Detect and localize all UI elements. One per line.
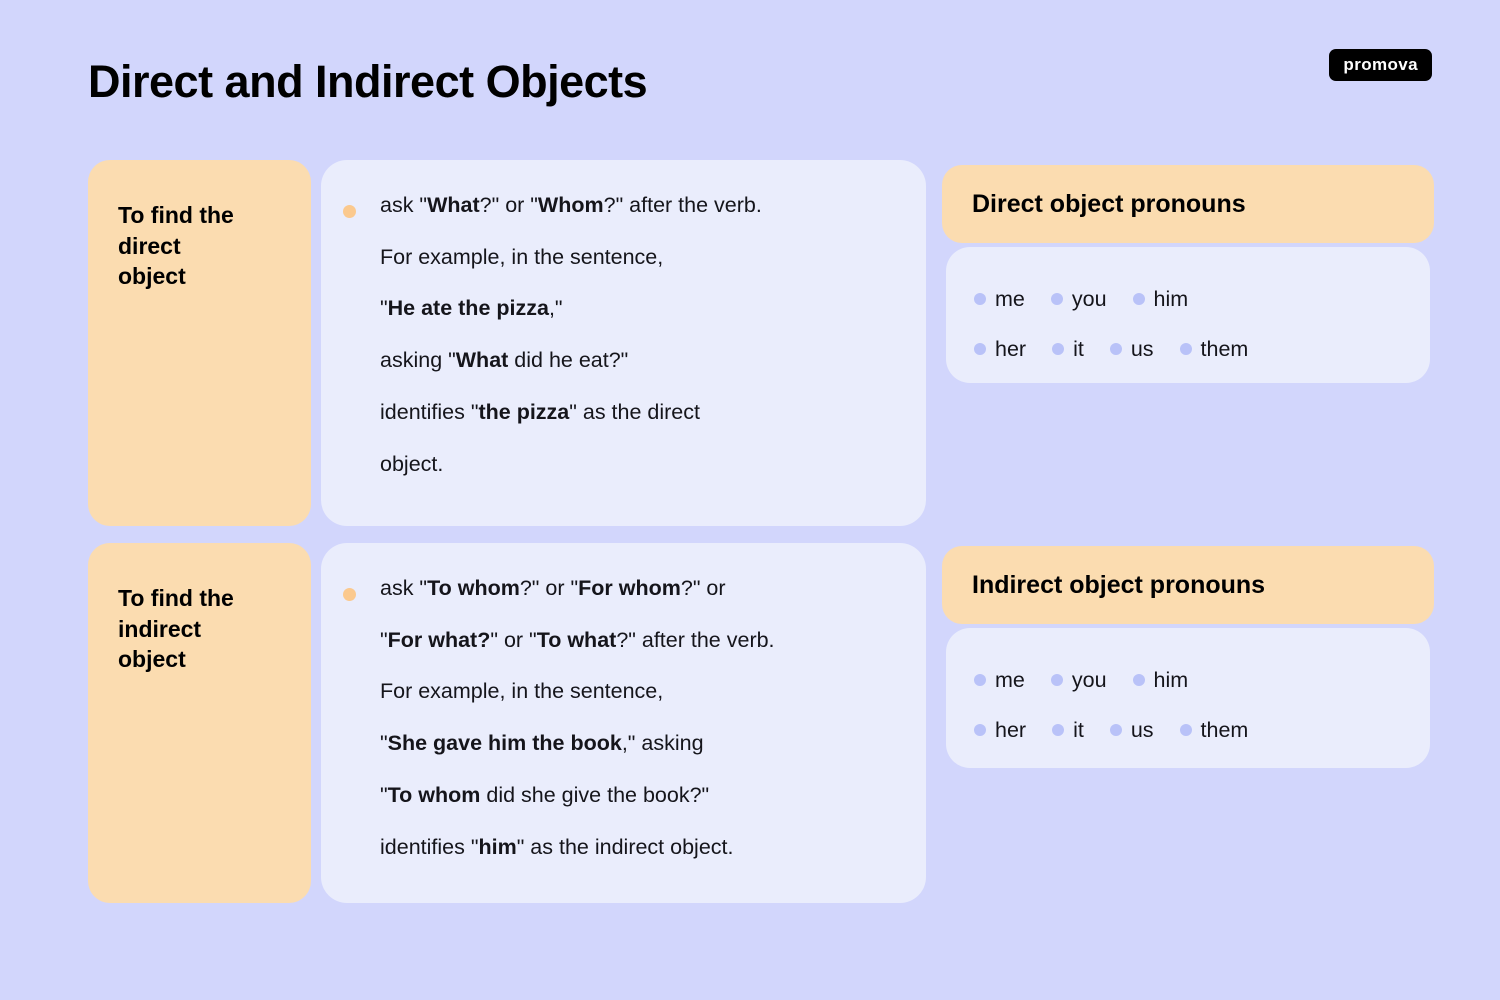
pronoun-label: us (1130, 336, 1154, 361)
pronoun-item: me (974, 668, 1025, 693)
text-line: For example, in the sentence, (380, 679, 664, 704)
pronoun-label: him (1153, 667, 1189, 692)
blue-dot-icon (1050, 293, 1063, 305)
blue-dot-icon (1109, 343, 1122, 355)
content-body: ask "To whom?" or "For whom?" or "For wha… (343, 573, 892, 862)
blue-dot-icon (974, 674, 986, 686)
direct-object-label-card: To find the direct object (88, 160, 311, 526)
panel-title: Indirect object pronouns (972, 570, 1266, 599)
panel-body: me you him her it us them (946, 628, 1430, 768)
logo-text: promova (1343, 55, 1418, 74)
panel-header: Indirect object pronouns (942, 546, 1434, 624)
pronoun-item: it (1052, 337, 1084, 362)
pronoun-row: her it us them (946, 324, 1430, 374)
content-body: ask "What?" or "Whom?" after the verb. Fo… (343, 190, 892, 479)
blue-dot-icon (974, 343, 986, 355)
text-line: For example, in the sentence, (380, 244, 664, 269)
panel-body: me you him her it us them (946, 247, 1430, 383)
blue-dot-icon (974, 724, 986, 736)
orange-dot-icon (343, 588, 356, 601)
pronoun-label: you (1071, 286, 1107, 311)
text-line: "For what?" or "To what?" after the verb… (380, 627, 775, 652)
text-line: asking "What did he eat?" (380, 348, 629, 373)
direct-object-content-card: ask "What?" or "Whom?" after the verb. Fo… (321, 160, 926, 526)
pronoun-label: her (995, 336, 1027, 361)
direct-object-label-text: To find the direct object (118, 202, 234, 290)
pronoun-item: her (974, 337, 1026, 362)
pronoun-label: me (995, 286, 1025, 311)
panel-header: Direct object pronouns (942, 165, 1434, 243)
direct-object-row: To find the direct object ask "What?" or… (88, 160, 926, 526)
text-line: identifies "him" as the indirect object. (380, 834, 734, 859)
pronoun-item: him (1132, 667, 1189, 693)
indirect-object-label-text: To find the indirect object (118, 585, 234, 673)
pronoun-label: them (1200, 717, 1249, 742)
promova-logo: promova (1329, 49, 1432, 81)
blue-dot-icon (1052, 343, 1065, 355)
pronoun-item: them (1179, 336, 1249, 362)
indirect-object-explanation: ask "To whom?" or "For whom?" or "For wha… (380, 573, 775, 862)
pronoun-label: it (1073, 717, 1084, 742)
text-line: "He ate the pizza," (380, 296, 563, 321)
pronoun-label: you (1071, 667, 1107, 692)
page-title: Direct and Indirect Objects (88, 56, 648, 107)
pronoun-item: him (1132, 286, 1189, 312)
orange-dot-icon (343, 205, 356, 218)
text-line: "She gave him the book," asking (380, 731, 704, 756)
indirect-object-content-card: ask "To whom?" or "For whom?" or "For wha… (321, 543, 926, 903)
text-line: object. (380, 451, 444, 476)
blue-dot-icon (1132, 674, 1145, 686)
pronoun-label: it (1073, 336, 1084, 361)
pronoun-item: you (1050, 667, 1107, 693)
text-line: identifies "the pizza" as the direct (380, 399, 700, 424)
pronoun-item: it (1052, 718, 1084, 743)
indirect-object-label-card: To find the indirect object (88, 543, 311, 903)
pronoun-label: him (1153, 286, 1189, 311)
blue-dot-icon (1109, 724, 1122, 736)
pronoun-item: us (1109, 717, 1154, 743)
blue-dot-icon (1052, 724, 1065, 736)
pronoun-label: me (995, 667, 1025, 692)
blue-dot-icon (974, 293, 986, 305)
direct-object-explanation: ask "What?" or "Whom?" after the verb. Fo… (380, 190, 762, 479)
blue-dot-icon (1179, 724, 1192, 736)
direct-object-pronouns-panel: Direct object pronouns me you him her it us th… (942, 165, 1434, 383)
text-line: ask "What?" or "Whom?" after the verb. (380, 193, 762, 217)
indirect-object-pronouns-panel: Indirect object pronouns me you him her it us… (942, 546, 1434, 768)
pronoun-row: me you him (946, 274, 1430, 324)
pronoun-item: us (1109, 336, 1154, 362)
pronoun-label: them (1200, 336, 1249, 361)
blue-dot-icon (1179, 343, 1192, 355)
panel-title: Direct object pronouns (972, 189, 1246, 218)
blue-dot-icon (1132, 293, 1145, 305)
text-line: "To whom did she give the book?" (380, 782, 710, 807)
pronoun-item: them (1179, 717, 1249, 743)
pronoun-row: me you him (946, 655, 1430, 705)
text-line: ask "To whom?" or "For whom?" or (380, 576, 726, 600)
pronoun-row: her it us them (946, 705, 1430, 755)
pronoun-label: us (1130, 717, 1154, 742)
pronoun-item: me (974, 287, 1025, 312)
pronoun-label: her (995, 717, 1027, 742)
blue-dot-icon (1050, 674, 1063, 686)
indirect-object-row: To find the indirect object ask "To whom… (88, 543, 926, 903)
pronoun-item: her (974, 718, 1026, 743)
pronoun-item: you (1050, 286, 1107, 312)
